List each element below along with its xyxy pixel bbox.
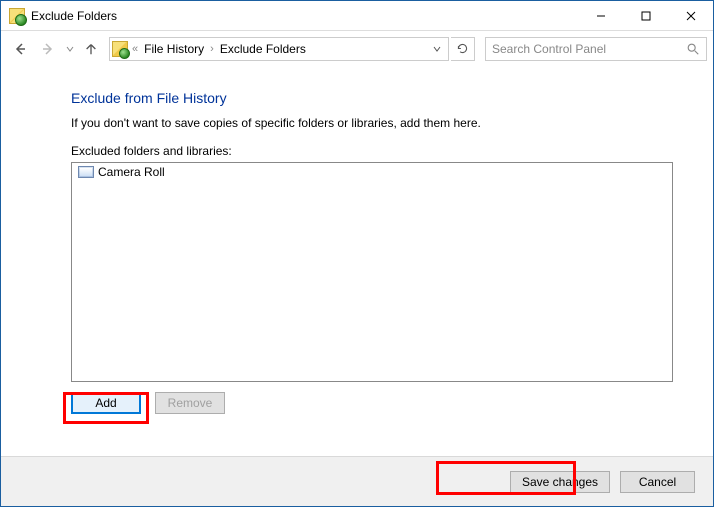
search-icon <box>686 42 700 56</box>
file-history-icon <box>9 8 25 24</box>
list-label: Excluded folders and libraries: <box>71 144 673 158</box>
cancel-button[interactable]: Cancel <box>620 471 695 493</box>
content-area: Exclude from File History If you don't w… <box>1 66 713 456</box>
footer-bar: Save changes Cancel <box>1 456 713 506</box>
library-icon <box>78 166 94 178</box>
maximize-button[interactable] <box>623 1 668 30</box>
window-title: Exclude Folders <box>31 9 117 23</box>
minimize-button[interactable] <box>578 1 623 30</box>
remove-button: Remove <box>155 392 225 414</box>
search-input[interactable] <box>492 42 682 56</box>
address-dropdown-icon[interactable] <box>428 45 446 53</box>
page-description: If you don't want to save copies of spec… <box>71 116 673 130</box>
search-box[interactable] <box>485 37 707 61</box>
breadcrumb-item[interactable]: Exclude Folders <box>218 42 308 56</box>
address-bar[interactable]: « File History › Exclude Folders <box>109 37 449 61</box>
breadcrumb-item[interactable]: File History <box>142 42 206 56</box>
recent-locations-dropdown[interactable] <box>63 45 77 53</box>
navigation-bar: « File History › Exclude Folders <box>1 31 713 66</box>
titlebar: Exclude Folders <box>1 1 713 31</box>
breadcrumb-separator-icon: › <box>206 43 218 55</box>
list-button-row: Add Remove <box>71 392 673 414</box>
excluded-folders-listbox[interactable]: Camera Roll <box>71 162 673 382</box>
page-heading: Exclude from File History <box>71 90 673 106</box>
add-button[interactable]: Add <box>71 392 141 414</box>
save-changes-button[interactable]: Save changes <box>510 471 610 493</box>
window-controls <box>578 1 713 30</box>
up-button[interactable] <box>79 42 103 56</box>
refresh-button[interactable] <box>451 37 475 61</box>
breadcrumb-prefix: « <box>128 43 142 55</box>
forward-button[interactable] <box>35 37 61 61</box>
back-button[interactable] <box>7 37 33 61</box>
file-history-icon <box>112 41 128 57</box>
close-button[interactable] <box>668 1 713 30</box>
list-item[interactable]: Camera Roll <box>72 163 672 181</box>
list-item-label: Camera Roll <box>98 165 165 179</box>
